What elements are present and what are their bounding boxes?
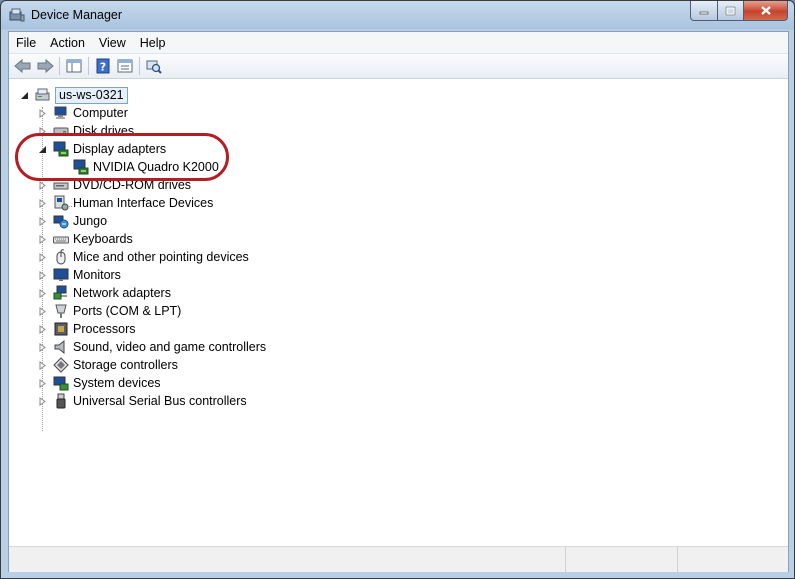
minimize-button[interactable] [690,1,718,21]
keyboard-icon [53,236,69,244]
expand-arrow-icon[interactable] [38,270,47,280]
forward-button[interactable] [34,56,56,76]
expand-arrow-icon[interactable] [38,216,47,226]
maximize-icon [725,6,736,15]
tree-item-keyboards[interactable]: Keyboards [38,230,133,248]
tree-root[interactable]: us-ws-0321 [20,86,128,104]
expand-arrow-icon[interactable] [38,306,47,316]
usb-icon [56,393,66,409]
expand-arrow-icon[interactable] [38,180,47,190]
close-button[interactable] [744,1,788,21]
back-arrow-icon [14,58,31,74]
tree-item-computer[interactable]: Computer [38,104,128,122]
speaker-icon [54,339,65,355]
show-hide-tree-icon [66,59,82,73]
status-bar [9,546,788,572]
status-pane [567,547,678,572]
show-hide-tree-button[interactable] [63,56,85,76]
maximize-button[interactable] [718,1,744,21]
tree-item-system-devices[interactable]: System devices [38,374,161,392]
scan-hardware-icon [146,60,162,74]
tree-item-sound[interactable]: Sound, video and game controllers [38,338,266,356]
tree-item-ports[interactable]: Ports (COM & LPT) [38,302,181,320]
back-button[interactable] [12,56,34,76]
help-button[interactable]: ? [92,56,114,76]
mouse-icon [56,249,66,265]
expand-arrow-icon[interactable] [38,108,47,118]
tree-item-label: Universal Serial Bus controllers [73,394,247,408]
system-icon [53,376,69,391]
properties-icon [117,59,133,73]
port-icon [55,304,67,318]
computer-root-icon [35,88,50,101]
tree-item-label: Ports (COM & LPT) [73,304,182,318]
tree-item-network-adapters[interactable]: Network adapters [38,284,171,302]
client-area: File Action View Help ? us-ws-0321 Compu… [8,31,789,572]
monitor-icon [53,268,69,281]
expand-arrow-icon[interactable] [38,252,47,262]
device-manager-app-icon [9,8,25,22]
network-icon [53,285,67,300]
toolbar-separator [88,57,89,75]
tree-item-label: Mice and other pointing devices [73,250,249,264]
title-bar[interactable]: Device Manager [1,1,794,31]
tree-item-label: Network adapters [73,286,171,300]
menu-help[interactable]: Help [133,36,173,50]
menu-action[interactable]: Action [43,36,92,50]
expand-arrow-icon[interactable] [38,396,47,406]
device-manager-window: Device Manager File Action View Help ? u… [0,0,795,579]
properties-button[interactable] [114,56,136,76]
toolbar-separator [139,57,140,75]
tree-item-label: Sound, video and game controllers [73,340,267,354]
tree-item-label: System devices [73,376,161,390]
tree-item-hid[interactable]: Human Interface Devices [38,194,213,212]
tree-item-monitors[interactable]: Monitors [38,266,121,284]
tree-item-label: Monitors [73,268,121,282]
status-pane [9,547,566,572]
close-icon [760,6,771,15]
tree-item-mice[interactable]: Mice and other pointing devices [38,248,249,266]
hid-icon [54,195,69,211]
tree-item-usb-controllers[interactable]: Universal Serial Bus controllers [38,392,247,410]
root-computer-name: us-ws-0321 [55,86,128,104]
tree-item-label: Storage controllers [73,358,178,372]
tree-item-label: Human Interface Devices [73,196,214,210]
window-title: Device Manager [31,8,123,22]
scan-hardware-button[interactable] [143,56,165,76]
menu-file[interactable]: File [9,36,43,50]
svg-text:?: ? [100,61,106,74]
collapse-arrow-icon[interactable] [20,91,29,100]
tree-item-label: Jungo [73,214,108,228]
expand-arrow-icon[interactable] [38,198,47,208]
minimize-icon [699,11,709,14]
computer-icon [54,106,67,119]
expand-arrow-icon[interactable] [38,288,47,298]
toolbar: ? [9,54,788,79]
tree-item-jungo[interactable]: Jungo [38,212,107,230]
storage-icon [53,357,69,373]
forward-arrow-icon [37,58,54,74]
jungo-icon [53,215,69,229]
tree-item-label: Keyboards [73,232,133,246]
expand-arrow-icon[interactable] [38,234,47,244]
expand-arrow-icon[interactable] [38,342,47,352]
expand-arrow-icon[interactable] [38,324,47,334]
processor-icon [54,322,68,336]
menu-view[interactable]: View [92,36,133,50]
expand-arrow-icon[interactable] [38,360,47,370]
menu-bar: File Action View Help [9,32,788,54]
help-icon: ? [96,58,110,74]
toolbar-separator [59,57,60,75]
expand-arrow-icon[interactable] [38,378,47,388]
highlight-annotation-ellipse [15,133,229,181]
tree-item-storage-controllers[interactable]: Storage controllers [38,356,178,374]
tree-item-label: Processors [73,322,136,336]
tree-item-processors[interactable]: Processors [38,320,136,338]
tree-item-label: Computer [73,106,128,120]
